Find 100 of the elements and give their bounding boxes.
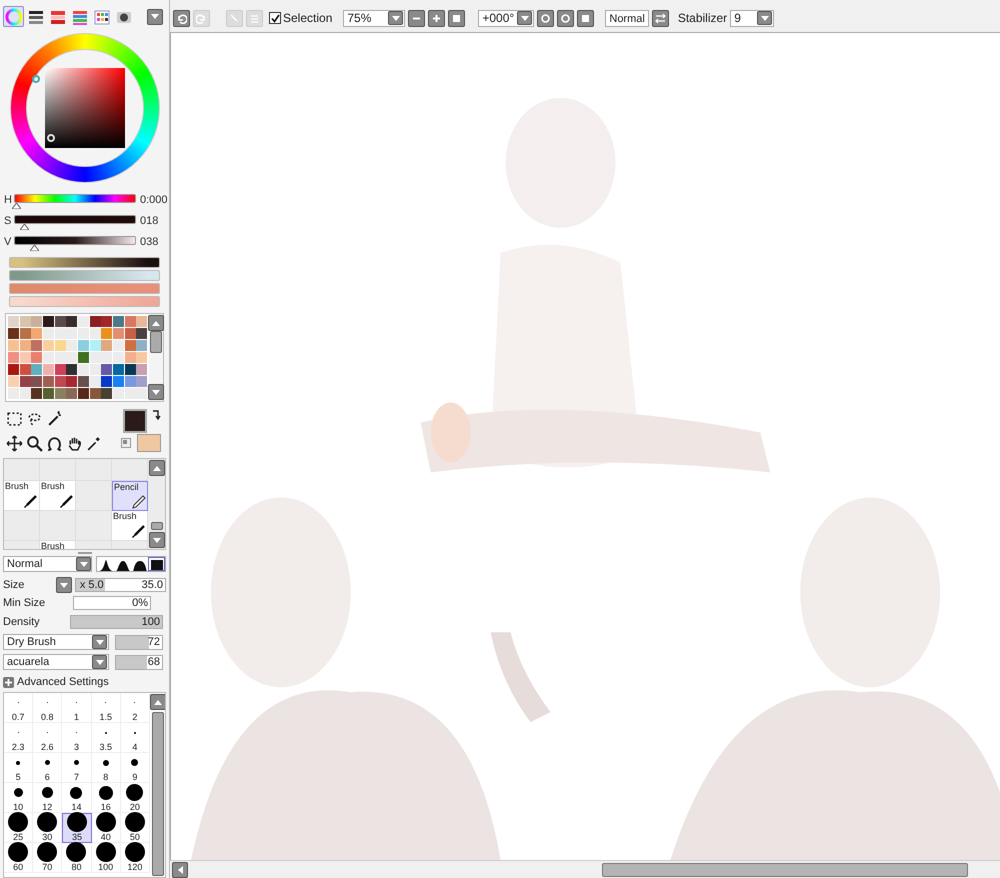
- texture-dropdown[interactable]: Dry Brush: [3, 634, 109, 650]
- color-gradient-bar[interactable]: [9, 270, 160, 281]
- color-swatch[interactable]: [31, 352, 42, 363]
- brush-size-preset[interactable]: 2.3: [4, 723, 34, 753]
- color-swatch[interactable]: [124, 376, 136, 387]
- strength-slider[interactable]: 68: [115, 654, 163, 670]
- color-swatch[interactable]: [43, 364, 54, 375]
- zoom-dropdown[interactable]: 75%: [343, 10, 406, 26]
- color-gradient-bar[interactable]: [9, 296, 160, 307]
- color-swatch[interactable]: [8, 364, 19, 375]
- scrollbar-thumb[interactable]: [151, 522, 163, 530]
- color-swatch[interactable]: [90, 388, 101, 399]
- color-swatch[interactable]: [78, 352, 89, 363]
- color-swatch[interactable]: [8, 352, 19, 363]
- color-gradient-bar[interactable]: [9, 283, 160, 294]
- brush-size-preset[interactable]: 9: [120, 753, 150, 783]
- color-swatch[interactable]: [113, 316, 124, 327]
- color-slider-track[interactable]: [14, 236, 136, 244]
- color-swatch[interactable]: [124, 340, 136, 351]
- color-swatch[interactable]: [90, 316, 101, 327]
- brush-size-preset[interactable]: 70: [33, 843, 62, 873]
- density-slider[interactable]: 100: [70, 615, 163, 629]
- color-swatch[interactable]: [31, 388, 42, 399]
- color-swatch[interactable]: [124, 364, 136, 375]
- scroll-up-button[interactable]: [148, 315, 164, 331]
- color-swatch[interactable]: [124, 328, 136, 339]
- scrollbar[interactable]: [149, 314, 163, 401]
- color-swatch[interactable]: [136, 328, 148, 339]
- color-swatch[interactable]: [124, 316, 136, 327]
- view-mode-button[interactable]: Normal: [605, 10, 649, 26]
- brush-size-preset[interactable]: 3.5: [92, 723, 121, 753]
- color-swatch[interactable]: [136, 364, 148, 375]
- scroll-up-button[interactable]: [149, 460, 165, 476]
- color-swatch[interactable]: [20, 352, 31, 363]
- color-swatch[interactable]: [101, 316, 112, 327]
- color-swatch[interactable]: [8, 376, 19, 387]
- tool-slot[interactable]: Brush: [4, 481, 40, 511]
- rotate-icon[interactable]: [46, 435, 63, 452]
- reset-colors-icon[interactable]: [121, 438, 132, 448]
- dropdown-button[interactable]: [757, 11, 772, 25]
- brush-size-preset[interactable]: 7: [62, 753, 92, 783]
- brush-size-preset[interactable]: 35: [62, 813, 92, 843]
- brush-size-preset[interactable]: 1.5: [92, 693, 121, 723]
- brush-size-preset[interactable]: 25: [4, 813, 34, 843]
- brush-size-preset[interactable]: 8: [92, 753, 121, 783]
- scroll-down-button[interactable]: [149, 532, 165, 548]
- undo-button[interactable]: [173, 10, 190, 26]
- color-gradient-bar[interactable]: [9, 257, 160, 268]
- color-swatch[interactable]: [8, 328, 19, 339]
- brush-size-preset[interactable]: 5: [4, 753, 34, 783]
- color-swatch[interactable]: [136, 316, 148, 327]
- brush-size-preset[interactable]: 50: [120, 813, 150, 843]
- slider-thumb[interactable]: [12, 202, 21, 208]
- color-swatch[interactable]: [20, 340, 31, 351]
- color-swatch[interactable]: [136, 376, 148, 387]
- strength-slider[interactable]: 72: [115, 634, 163, 650]
- color-swatch[interactable]: [101, 340, 112, 351]
- color-swatch[interactable]: [101, 364, 112, 375]
- color-swatch[interactable]: [124, 352, 136, 363]
- magic-wand-icon[interactable]: [46, 410, 63, 427]
- color-swatch[interactable]: [8, 340, 19, 351]
- brush-size-preset[interactable]: 1: [62, 693, 92, 723]
- hand-icon[interactable]: [66, 435, 83, 452]
- panel-menu-button[interactable]: [147, 8, 163, 24]
- color-swatch[interactable]: [8, 316, 19, 327]
- color-swatch[interactable]: [113, 364, 124, 375]
- color-swatch[interactable]: [113, 328, 124, 339]
- color-swatch[interactable]: [78, 376, 89, 387]
- zoom-in-button[interactable]: [428, 10, 446, 26]
- eyedropper-icon[interactable]: [85, 435, 102, 452]
- primary-color[interactable]: [123, 409, 148, 433]
- color-swatch[interactable]: [66, 388, 78, 399]
- tool-slot[interactable]: Brush: [40, 481, 76, 511]
- scrollbar-thumb[interactable]: [152, 712, 164, 876]
- rotation-dropdown[interactable]: +000°: [478, 10, 534, 26]
- move-icon[interactable]: [6, 435, 23, 452]
- brush-size-preset[interactable]: 6: [33, 753, 62, 783]
- color-swatch[interactable]: [43, 340, 54, 351]
- color-swatch[interactable]: [54, 316, 66, 327]
- brush-size-preset[interactable]: 120: [120, 843, 150, 873]
- saturation-value-square[interactable]: [44, 68, 124, 148]
- scroll-up-button[interactable]: [150, 694, 165, 710]
- color-swatch[interactable]: [20, 316, 31, 327]
- color-swatch[interactable]: [31, 364, 42, 375]
- brush-size-preset[interactable]: 16: [92, 783, 121, 813]
- swap-colors-icon[interactable]: [152, 409, 162, 420]
- size-field[interactable]: x 5.0 35.0: [74, 578, 166, 592]
- color-swatch[interactable]: [43, 376, 54, 387]
- brush-size-preset[interactable]: 3: [62, 723, 92, 753]
- flip-button[interactable]: [652, 10, 669, 26]
- reset-rotation-button[interactable]: [577, 10, 594, 26]
- color-swatch[interactable]: [20, 376, 31, 387]
- color-swatch[interactable]: [66, 364, 78, 375]
- color-swatch[interactable]: [31, 376, 42, 387]
- dropdown-button[interactable]: [76, 557, 91, 571]
- color-swatch[interactable]: [101, 328, 112, 339]
- dropdown-button[interactable]: [517, 11, 532, 25]
- color-swatch[interactable]: [20, 328, 31, 339]
- blend-mode-dropdown[interactable]: Normal: [3, 556, 92, 572]
- brush-size-preset[interactable]: 100: [92, 843, 121, 873]
